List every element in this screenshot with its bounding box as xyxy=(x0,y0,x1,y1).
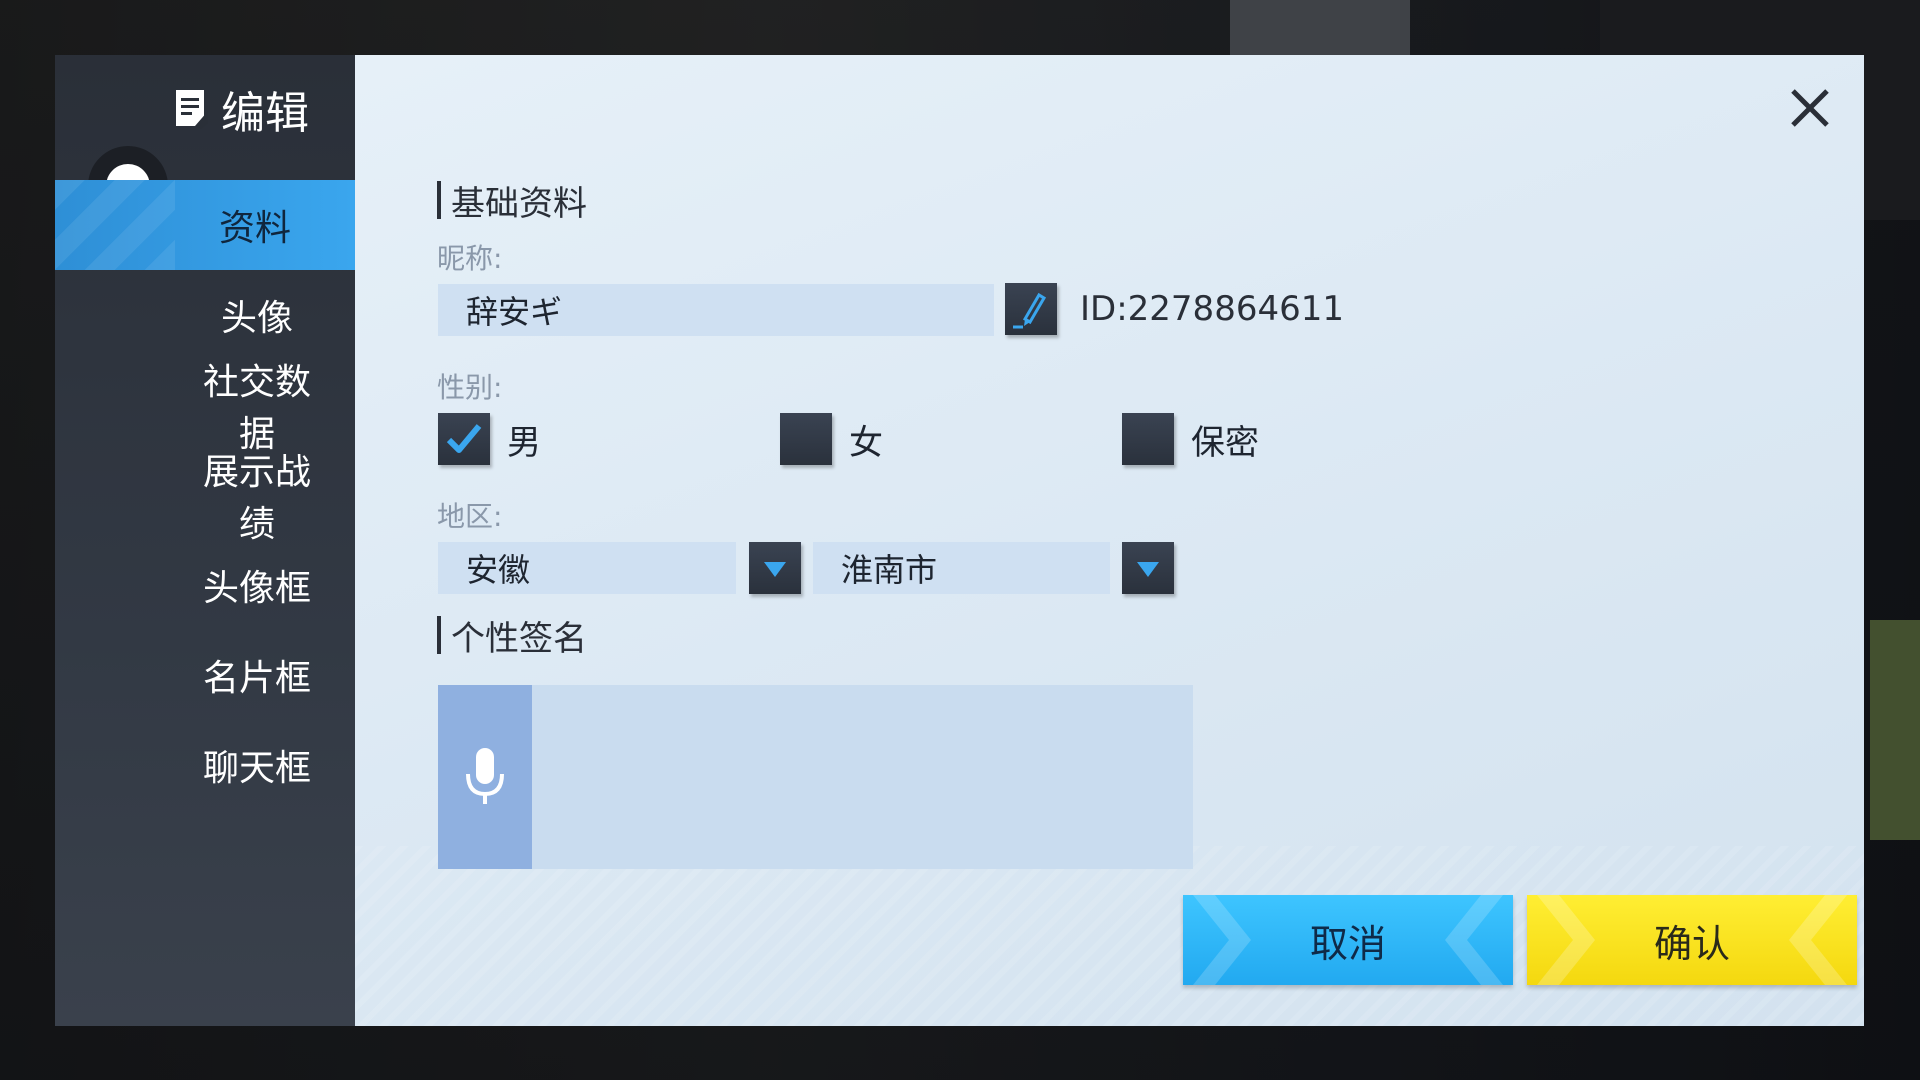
cancel-button-label: 取消 xyxy=(1309,921,1386,966)
province-select[interactable]: 安徽 xyxy=(438,542,736,594)
chevron-right-decoration xyxy=(1193,895,1253,985)
section-bar xyxy=(437,181,441,219)
gender-female-checkbox[interactable] xyxy=(780,413,832,465)
chevron-left-decoration xyxy=(1787,895,1847,985)
player-id: ID:2278864611 xyxy=(1080,289,1344,329)
sidebar-item-label: 头像框 xyxy=(202,568,311,609)
cancel-button[interactable]: 取消 xyxy=(1183,895,1513,985)
sidebar-item-label: 资料 xyxy=(218,208,291,249)
sidebar-item-social-data[interactable]: 社交数据 xyxy=(55,360,355,455)
edit-sidebar: 编辑 资料 头像 社交数据 展示战绩 头像框 名片框 聊天框 xyxy=(55,55,355,1026)
gender-secret-label: 保密 xyxy=(1191,422,1259,463)
sidebar-item-profile[interactable]: 资料 xyxy=(55,180,355,270)
triangle-down-icon xyxy=(764,562,786,577)
sidebar-item-label: 头像 xyxy=(220,298,293,339)
section-title-basic-info: 基础资料 xyxy=(437,180,587,224)
city-select[interactable]: 淮南市 xyxy=(813,542,1110,594)
signature-field xyxy=(438,685,1193,869)
sidebar-item-label: 展示战绩 xyxy=(202,452,311,545)
sidebar-nav: 资料 头像 社交数据 展示战绩 头像框 名片框 聊天框 xyxy=(55,180,355,810)
sidebar-title: 编辑 xyxy=(175,81,309,139)
pencil-icon xyxy=(1013,292,1047,329)
region-label: 地区: xyxy=(437,500,503,533)
chevron-left-decoration xyxy=(1443,895,1503,985)
nickname-field[interactable]: 辞安ギ xyxy=(438,284,994,336)
sidebar-item-showcase-record[interactable]: 展示战绩 xyxy=(55,450,355,545)
sidebar-item-avatar-frame[interactable]: 头像框 xyxy=(55,540,355,630)
city-value: 淮南市 xyxy=(841,551,938,589)
section-bar xyxy=(437,616,441,654)
sidebar-item-label: 社交数据 xyxy=(202,362,311,455)
section-title-signature: 个性签名 xyxy=(437,615,587,659)
profile-edit-panel: 基础资料 昵称: 辞安ギ ID:2278864611 性别: 男 女 保密 地区… xyxy=(355,55,1864,1026)
section-title-text: 个性签名 xyxy=(451,618,587,659)
triangle-down-icon xyxy=(1137,562,1159,577)
province-value: 安徽 xyxy=(466,551,531,589)
gender-label: 性别: xyxy=(437,371,503,404)
gender-female-label: 女 xyxy=(849,422,883,463)
sidebar-item-label: 聊天框 xyxy=(202,748,311,789)
nickname-value: 辞安ギ xyxy=(466,293,563,331)
sidebar-item-label: 名片框 xyxy=(202,658,311,699)
background-shape xyxy=(1870,620,1920,840)
edit-nickname-button[interactable] xyxy=(1005,283,1057,335)
sidebar-item-card-frame[interactable]: 名片框 xyxy=(55,630,355,720)
gender-male-label: 男 xyxy=(507,422,541,463)
confirm-button-label: 确认 xyxy=(1653,921,1730,966)
background-shape xyxy=(1230,0,1410,60)
close-icon xyxy=(1791,89,1829,127)
sidebar-item-chat-frame[interactable]: 聊天框 xyxy=(55,720,355,810)
gender-male-checkbox[interactable] xyxy=(438,413,490,465)
province-dropdown-button[interactable] xyxy=(749,542,801,594)
confirm-button[interactable]: 确认 xyxy=(1527,895,1857,985)
chevron-right-decoration xyxy=(1537,895,1597,985)
checkmark-icon xyxy=(446,424,482,453)
microphone-icon xyxy=(466,748,504,804)
close-button[interactable] xyxy=(1785,83,1835,133)
voice-input-button[interactable] xyxy=(438,685,532,869)
city-dropdown-button[interactable] xyxy=(1122,542,1174,594)
edit-document-icon xyxy=(175,89,209,129)
gender-secret-checkbox[interactable] xyxy=(1122,413,1174,465)
sidebar-title-text: 编辑 xyxy=(221,88,309,139)
nickname-label: 昵称: xyxy=(437,242,503,275)
section-title-text: 基础资料 xyxy=(451,183,587,224)
signature-input[interactable] xyxy=(532,685,1193,869)
sidebar-item-avatar[interactable]: 头像 xyxy=(55,270,355,360)
